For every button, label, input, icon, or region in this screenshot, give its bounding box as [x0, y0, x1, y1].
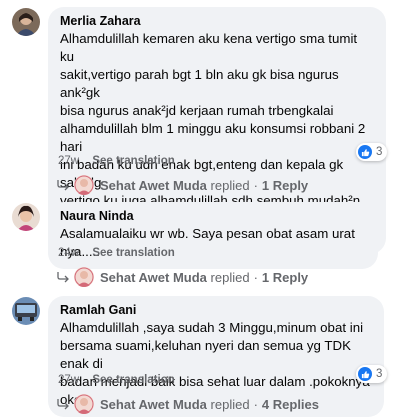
replies-summary[interactable]: Sehat Awet Muda replied · 4 Replies — [56, 393, 319, 415]
avatar[interactable] — [12, 8, 40, 36]
reply-action: replied — [210, 269, 250, 285]
reply-action: replied — [210, 177, 250, 193]
see-translation-link[interactable]: See translation — [92, 155, 174, 167]
timestamp[interactable]: 24w — [58, 247, 79, 259]
reply-avatar — [74, 175, 94, 195]
reply-count: 1 Reply — [261, 177, 309, 193]
avatar[interactable] — [12, 203, 40, 231]
reply-arrow-icon — [56, 398, 70, 410]
reaction-summary[interactable]: 3 — [356, 365, 388, 383]
comment-meta: 27w See translation — [58, 374, 175, 386]
avatar[interactable] — [12, 297, 40, 325]
like-icon — [358, 367, 372, 381]
replies-summary[interactable]: Sehat Awet Muda replied · 1 Reply — [56, 174, 308, 196]
comment-author[interactable]: Naura Ninda — [60, 208, 366, 224]
see-translation-link[interactable]: See translation — [92, 374, 174, 386]
see-translation-link[interactable]: See translation — [92, 247, 174, 259]
reply-avatar — [74, 267, 94, 287]
separator-dot: · — [253, 177, 258, 193]
timestamp[interactable]: 27w — [58, 155, 79, 167]
reply-author: Sehat Awet Muda — [100, 269, 207, 285]
reply-action: replied — [210, 396, 250, 412]
reaction-count: 3 — [376, 368, 383, 380]
comment-author[interactable]: Merlia Zahara — [60, 13, 374, 29]
comment-meta: 27w See translation — [58, 155, 175, 167]
reaction-count: 3 — [376, 146, 383, 158]
separator-dot: · — [253, 396, 258, 412]
timestamp[interactable]: 27w — [58, 374, 79, 386]
reply-author: Sehat Awet Muda — [100, 396, 207, 412]
like-icon — [358, 145, 372, 159]
reply-arrow-icon — [56, 271, 70, 283]
reply-count: 1 Reply — [261, 269, 309, 285]
reply-author: Sehat Awet Muda — [100, 177, 207, 193]
comment-author[interactable]: Ramlah Gani — [60, 302, 372, 318]
reply-count: 4 Replies — [261, 396, 320, 412]
reply-avatar — [74, 394, 94, 414]
replies-summary[interactable]: Sehat Awet Muda replied · 1 Reply — [56, 266, 308, 288]
reply-arrow-icon — [56, 179, 70, 191]
reaction-summary[interactable]: 3 — [356, 143, 388, 161]
comment-meta: 24w See translation — [58, 247, 175, 259]
separator-dot: · — [253, 269, 258, 285]
